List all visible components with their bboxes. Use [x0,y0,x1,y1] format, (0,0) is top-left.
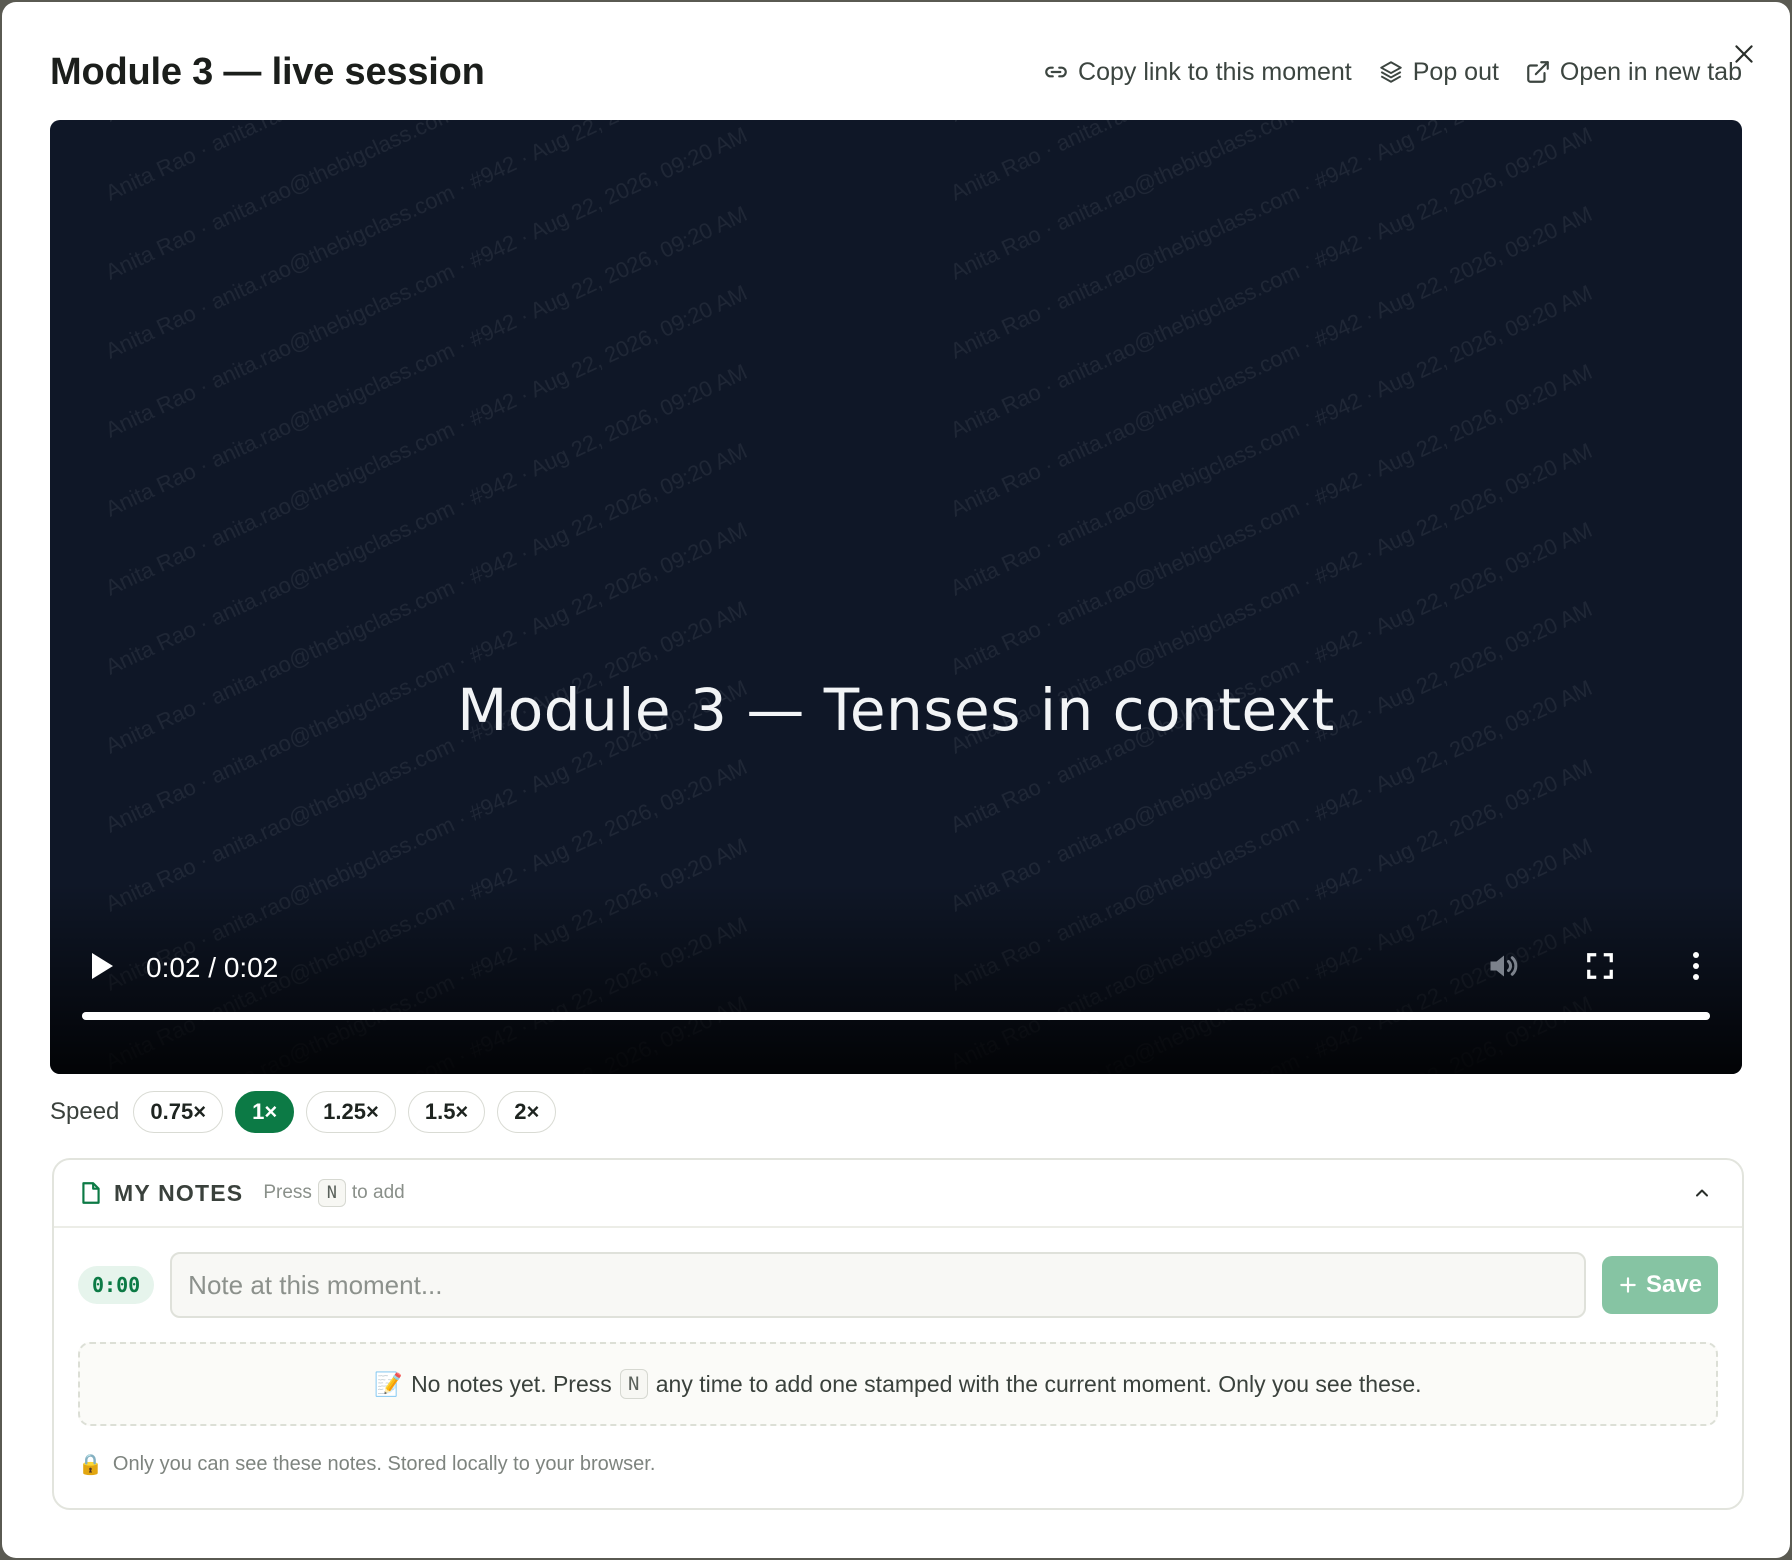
open-new-tab-label: Open in new tab [1559,57,1742,86]
play-button[interactable] [82,946,122,986]
watermark-text: Anita Rao · anita.rao@thebigclass.com · … [947,596,1596,917]
link-icon [1045,66,1067,78]
empty-prefix: No notes yet. Press [411,1370,612,1397]
watermark-text: Anita Rao · anita.rao@thebigclass.com · … [947,280,1596,601]
header-actions: Copy link to this moment Pop out Open in… [1043,58,1742,87]
pop-out-label: Pop out [1412,57,1499,86]
watermark-text: Anita Rao · anita.rao@thebigclass.com · … [102,359,751,680]
fullscreen-button[interactable] [1580,946,1620,986]
privacy-note: 🔒 Only you can see these notes. Stored l… [78,1452,655,1477]
document-icon [82,1182,100,1204]
fullscreen-icon [1587,953,1613,979]
memo-icon: 📝 [374,1370,404,1397]
copy-link-button[interactable]: Copy link to this moment [1043,58,1352,87]
external-link-icon [1527,61,1549,83]
watermark-text: Anita Rao · anita.rao@thebigclass.com · … [102,596,751,917]
watermark-text: Anita Rao · anita.rao@thebigclass.com · … [102,280,751,601]
hint-prefix: Press [263,1182,312,1203]
speed-option-2[interactable]: 2× [497,1091,557,1133]
notes-title: MY NOTES [114,1179,244,1206]
more-vertical-icon [1693,952,1699,980]
lock-icon: 🔒 [78,1454,103,1476]
mute-button[interactable] [1484,946,1524,986]
speed-option-0-75[interactable]: 0.75× [133,1091,224,1133]
modal-title: Module 3 — live session [50,50,485,93]
open-new-tab-button[interactable]: Open in new tab [1525,58,1742,87]
note-input[interactable] [170,1252,1586,1318]
notes-header: MY NOTES Press N to add [54,1160,1742,1228]
video-modal: Module 3 — live session Copy link to thi… [2,2,1790,1558]
modal-header: Module 3 — live session Copy link to thi… [50,46,1742,98]
save-note-button[interactable]: Save [1601,1256,1718,1314]
empty-shortcut-key: N [619,1369,648,1399]
chevron-up-icon [1696,1189,1708,1197]
seek-bar[interactable] [82,1012,1710,1020]
seek-bar-fill [82,1012,1710,1020]
watermark-text: Anita Rao · anita.rao@thebigclass.com · … [947,122,1596,443]
watermark-text: Anita Rao · anita.rao@thebigclass.com · … [947,201,1596,522]
video-player[interactable]: Anita Rao · anita.rao@thebigclass.com · … [50,120,1742,1074]
speed-selector: Speed 0.75× 1× 1.25× 1.5× 2× [50,1090,557,1134]
note-timestamp[interactable]: 0:00 [78,1266,155,1304]
video-slide-title: Module 3 — Tenses in context [457,676,1335,744]
watermark-text: Anita Rao · anita.rao@thebigclass.com · … [102,122,751,443]
time-display: 0:02 / 0:02 [146,952,279,983]
speed-option-1-5[interactable]: 1.5× [407,1091,486,1133]
video-controls: 0:02 / 0:02 [50,914,1742,1074]
watermark-text: Anita Rao · anita.rao@thebigclass.com · … [947,359,1596,680]
empty-suffix: any time to add one stamped with the cur… [655,1370,1422,1397]
empty-notes-message: 📝 No notes yet. Press N any time to add … [78,1342,1718,1426]
note-entry-row: 0:00 Save [78,1252,1718,1318]
plus-icon [1620,1277,1636,1293]
layers-icon [1380,61,1402,83]
speed-option-1[interactable]: 1× [235,1091,295,1133]
notes-shortcut-hint: Press N to add [263,1179,405,1207]
notes-panel: MY NOTES Press N to add 0:00 Save 📝 No n… [52,1158,1744,1510]
save-label: Save [1645,1271,1702,1298]
privacy-text: Only you can see these notes. Stored loc… [112,1453,656,1475]
shortcut-key: N [317,1179,346,1207]
copy-link-label: Copy link to this moment [1078,57,1352,86]
pop-out-button[interactable]: Pop out [1378,58,1499,87]
hint-suffix: to add [351,1182,405,1203]
volume-icon [1490,955,1518,977]
speed-label: Speed [50,1098,120,1125]
speed-option-1-25[interactable]: 1.25× [306,1091,396,1133]
collapse-notes-button[interactable] [1686,1177,1718,1209]
play-icon [92,953,113,979]
watermark-text: Anita Rao · anita.rao@thebigclass.com · … [102,201,751,522]
more-options-button[interactable] [1676,946,1716,986]
